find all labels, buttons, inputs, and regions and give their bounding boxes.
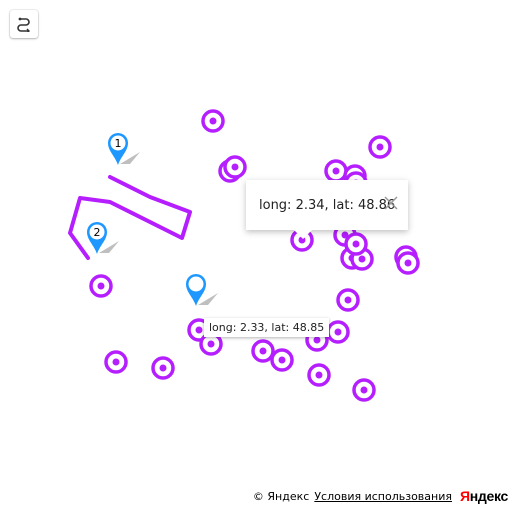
- copyright-text: © Яндекс: [252, 489, 310, 503]
- map-point[interactable]: [368, 135, 392, 159]
- placemark-3[interactable]: [186, 274, 218, 306]
- coordinates-balloon: long: 2.34, lat: 48.86: [246, 180, 408, 239]
- terms-link[interactable]: Условия использования: [314, 490, 452, 503]
- map-point[interactable]: [199, 332, 223, 356]
- logo-first-letter: Я: [459, 488, 470, 504]
- close-icon[interactable]: [382, 194, 400, 212]
- map-canvas[interactable]: 12: [0, 0, 512, 512]
- map-point[interactable]: [352, 378, 376, 402]
- logo-rest: ндекс: [469, 488, 509, 504]
- map-point[interactable]: [270, 348, 294, 372]
- balloon-text: long: 2.34, lat: 48.86: [259, 197, 396, 213]
- placemark-2[interactable]: 2: [87, 222, 119, 254]
- route-button[interactable]: [10, 10, 38, 38]
- map-point[interactable]: [326, 320, 350, 344]
- yandex-logo[interactable]: Яндекс: [460, 488, 508, 504]
- map-point[interactable]: [336, 288, 360, 312]
- route-icon: [17, 17, 30, 32]
- coordinates-hint: long: 2.33, lat: 48.85: [204, 318, 330, 337]
- map-point[interactable]: [324, 159, 348, 183]
- map-point[interactable]: [151, 356, 175, 380]
- map-point[interactable]: [396, 251, 420, 275]
- map-point[interactable]: [89, 274, 113, 298]
- map-point[interactable]: [201, 109, 225, 133]
- placemark-label: 2: [94, 226, 101, 239]
- balloon-tail: [294, 230, 312, 239]
- hint-text: long: 2.33, lat: 48.85: [209, 321, 325, 334]
- map-point[interactable]: [307, 363, 331, 387]
- map-point[interactable]: [104, 350, 128, 374]
- map-point[interactable]: [251, 339, 275, 363]
- placemark-label: 1: [115, 137, 122, 150]
- copyright-bar: © Яндекс Условия использования Яндекс: [253, 488, 508, 504]
- route-line: [68, 175, 192, 260]
- placemark-1[interactable]: 1: [108, 133, 140, 165]
- map-point[interactable]: [344, 232, 368, 256]
- map-point[interactable]: [223, 155, 247, 179]
